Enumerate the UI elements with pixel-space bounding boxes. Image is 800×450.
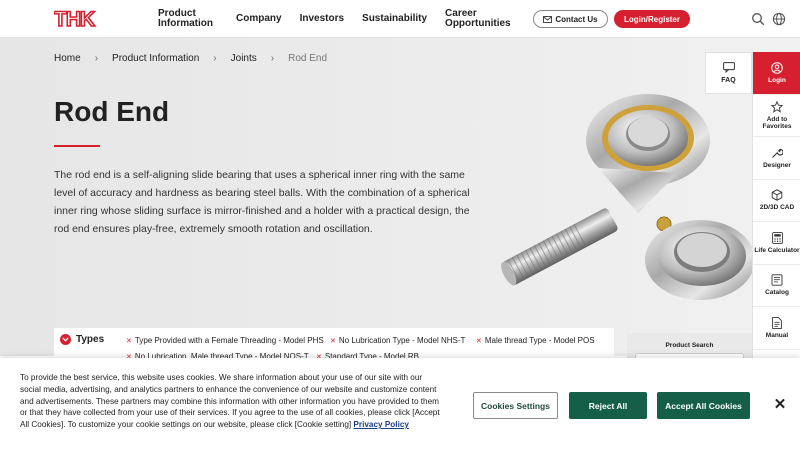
nav-sustainability[interactable]: Sustainability [362,14,427,24]
sidebar-item-favorites[interactable]: Add to Favorites [753,95,800,137]
title-underline [54,145,100,147]
type-link-label: Type Provided with a Female Threading - … [134,336,324,345]
contact-us-label: Contact Us [555,14,598,24]
sidebar-item-cad[interactable]: 2D/3D CAD [753,180,800,222]
product-search-label: Product Search [665,342,714,349]
chevron-down-icon: ✕ [476,337,482,345]
cookie-banner: To provide the best service, this websit… [0,358,800,450]
sidebar-item-login[interactable]: Login [753,52,800,95]
hero-section: Home › Product Information › Joints › Ro… [0,38,800,356]
sidebar-item-label: Life Calculator [754,246,800,254]
rod-end-product-image [501,94,755,300]
wrench-icon [772,148,783,158]
faq-label: FAQ [721,77,736,84]
right-sidebar: Login Add to Favorites Designer 2D/3D CA… [752,52,800,372]
globe-icon[interactable] [772,12,786,26]
page-title: Rod End [54,96,170,127]
faq-button[interactable]: FAQ [705,52,752,94]
breadcrumb-product-information[interactable]: Product Information [112,53,199,64]
type-link-label: No Lubrication Type - Model NHS-T [338,336,466,345]
breadcrumb-home[interactable]: Home [54,53,81,64]
type-link-phs[interactable]: ✕ Type Provided with a Female Threading -… [126,336,324,345]
accept-all-cookies-button[interactable]: Accept All Cookies [657,392,750,419]
document-icon [772,316,782,329]
sidebar-item-designer[interactable]: Designer [753,137,800,180]
close-icon[interactable]: ✕ [772,397,788,413]
sidebar-item-label: Add to Favorites [762,115,792,130]
sidebar-item-life-calculator[interactable]: Life Calculator [753,222,800,265]
calculator-icon [771,231,783,244]
breadcrumb-joints[interactable]: Joints [231,53,257,64]
sidebar-item-catalog[interactable]: Catalog [753,265,800,307]
cube-icon [771,189,783,201]
mail-icon [543,15,553,23]
types-toggle[interactable]: Types [60,334,104,345]
chevron-right-icon: › [94,53,99,64]
chat-icon [722,62,735,73]
chevron-right-icon: › [270,53,275,64]
sidebar-item-label: Login [768,76,786,84]
chevron-down-icon: ✕ [126,337,132,345]
sidebar-item-manual[interactable]: Manual [753,307,800,350]
nav-company[interactable]: Company [236,14,282,24]
sidebar-item-label: Manual [765,331,789,339]
user-icon [771,61,783,74]
privacy-policy-link[interactable]: Privacy Policy [353,420,409,429]
main-nav: Product Information Company Investors Su… [158,0,523,38]
sidebar-item-label: Designer [763,161,791,169]
thk-logo[interactable]: THK [54,9,116,29]
star-icon [771,100,783,113]
login-register-button[interactable]: Login/Register [614,10,690,28]
nav-product-information[interactable]: Product Information [158,9,218,29]
cookie-text: To provide the best service, this websit… [20,372,444,431]
svg-text:THK: THK [54,9,95,29]
sidebar-item-label: 2D/3D CAD [759,204,795,212]
contact-us-button[interactable]: Contact Us [533,10,608,28]
breadcrumb: Home › Product Information › Joints › Ro… [54,53,333,64]
nav-investors[interactable]: Investors [300,14,344,24]
search-icon[interactable] [751,12,765,26]
type-link-label: Male thread Type - Model POS [484,336,595,345]
book-icon [771,274,783,286]
sidebar-item-label: Catalog [765,289,789,297]
types-heading: Types [76,334,105,345]
type-link-nhs-t[interactable]: ✕ No Lubrication Type - Model NHS-T [330,336,465,345]
reject-all-button[interactable]: Reject All [569,392,647,419]
cookies-settings-button[interactable]: Cookies Settings [473,392,558,419]
site-header: THK Product Information Company Investor… [0,0,800,38]
product-description: The rod end is a self-aligning slide bea… [54,169,470,235]
chevron-down-icon [60,334,71,345]
breadcrumb-current: Rod End [288,53,328,64]
chevron-right-icon: › [213,53,217,64]
nav-career-opportunities[interactable]: Career Opportunities [445,9,511,29]
type-link-pos[interactable]: ✕ Male thread Type - Model POS [476,336,595,345]
chevron-down-icon: ✕ [330,337,336,345]
